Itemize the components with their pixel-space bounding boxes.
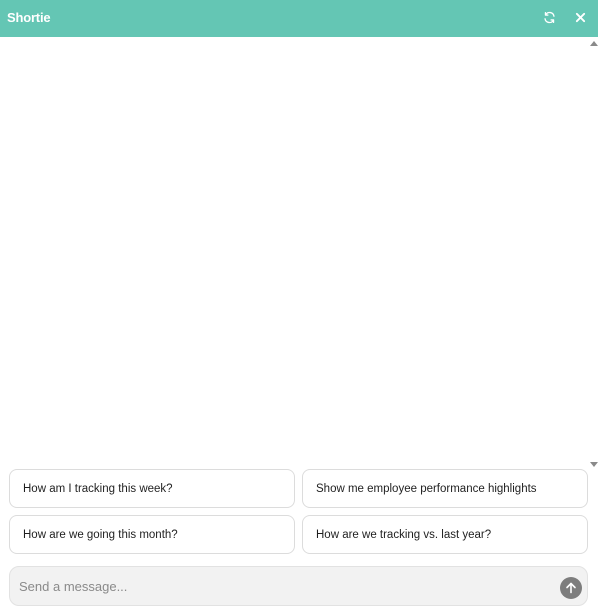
app-title: Shortie [7,10,51,25]
message-area [0,37,588,467]
suggestion-vs-last-year[interactable]: How are we tracking vs. last year? [302,515,588,554]
chat-header: Shortie [0,0,598,37]
scroll-down-arrow-icon[interactable] [590,462,598,467]
suggestion-employee-highlights[interactable]: Show me employee performance highlights [302,469,588,508]
message-input[interactable] [19,575,539,597]
arrow-up-icon [566,582,576,594]
scroll-up-arrow-icon[interactable] [590,41,598,46]
suggestion-this-month[interactable]: How are we going this month? [9,515,295,554]
scrollbar[interactable] [588,37,598,467]
refresh-icon [543,11,555,23]
suggestion-tracking-week[interactable]: How am I tracking this week? [9,469,295,508]
refresh-button[interactable] [540,8,558,26]
close-icon [575,12,585,22]
send-button[interactable] [560,577,582,599]
message-composer [9,566,588,606]
close-button[interactable] [571,8,589,26]
